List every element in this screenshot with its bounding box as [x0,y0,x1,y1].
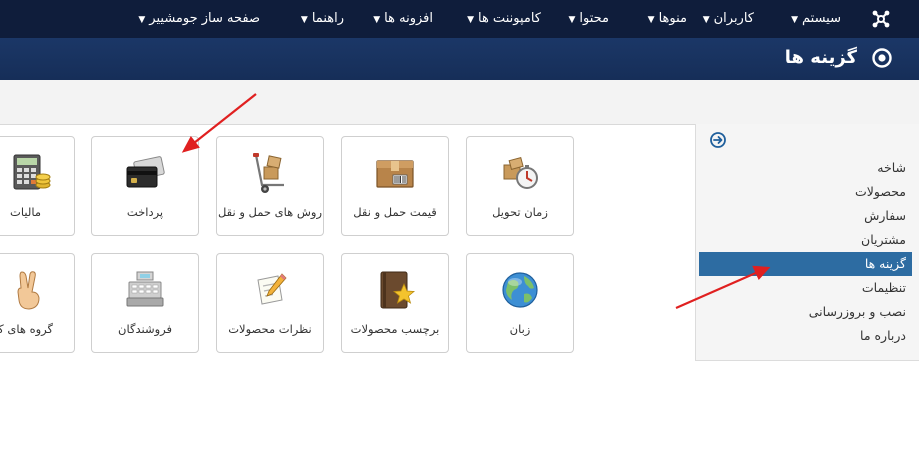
caret-down-icon: ▼ [568,15,576,25]
tile-label: فروشندگان [118,322,172,336]
tile-vendors[interactable]: فروشندگان [91,253,199,353]
nav-extensions-label: افزونه ها [384,11,433,26]
shipping-price-icon [376,160,414,188]
tax-calculator-icon [13,154,51,190]
top-navbar: سیستم▼ کاربران▼ منوها▼ محتوا▼ کامپوننت ه… [0,0,919,38]
tile-label: زمان تحویل [492,205,548,219]
tile-label: زبان [509,322,531,336]
sidebar-item-install-update[interactable]: نصب و بروزرسانی [699,300,912,324]
toolbar-area [0,80,919,125]
caret-down-icon: ▼ [647,15,655,25]
sidebar-item-options[interactable]: گزینه ها [699,252,912,276]
caret-down-icon: ▼ [791,15,798,25]
caret-down-icon: ▼ [702,15,710,25]
tile-label: روش های حمل و نقل [217,205,323,219]
caret-down-icon: ▼ [373,15,381,25]
user-groups-icon [17,271,40,310]
nav-content-label: محتوا [579,11,609,26]
sidebar-toggle-icon[interactable] [710,132,726,148]
nav-system-label: سیستم [802,11,841,26]
nav-menus[interactable]: منوها▼ [648,0,687,38]
nav-help[interactable]: راهنما▼ [301,0,344,38]
globe-icon [502,272,538,308]
nav-users-label: کاربران [713,11,754,26]
tile-language[interactable]: زبان [466,253,574,353]
caret-down-icon: ▼ [300,15,308,25]
sidebar-item-orders[interactable]: سفارش [699,204,912,228]
sidebar-item-customers[interactable]: مشتریان [699,228,912,252]
sidebar-item-about[interactable]: درباره ما [699,324,912,348]
nav-page-builder[interactable]: صفحه ساز جومشییر▼ [138,0,260,38]
nav-users[interactable]: کاربران▼ [703,0,754,38]
shipping-methods-icon [253,153,284,193]
caret-down-icon: ▼ [138,15,146,25]
caret-down-icon: ▼ [467,15,474,25]
nav-page-builder-label: صفحه ساز جومشییر [149,11,260,26]
nav-help-label: راهنما [311,11,344,26]
tile-tax[interactable]: مالیات [0,136,75,236]
sidebar-item-products[interactable]: محصولات [699,180,912,204]
nav-components-label: کامپوننت ها [477,11,541,26]
tile-label: قیمت حمل و نقل [353,205,437,219]
product-label-icon [380,271,416,309]
page-title: گزینه ها [784,47,857,68]
tile-label: مالیات [10,205,41,219]
sidebar: شاخه محصولات سفارش مشتریان گزینه ها تنظی… [695,124,919,361]
tile-label: برچسب محصولات [350,322,440,336]
tile-label: گروه های کاربران [0,322,53,336]
nav-extensions[interactable]: افزونه ها▼ [373,0,433,38]
tile-user-groups[interactable]: گروه های کاربران [0,253,75,353]
payment-card-icon [126,156,165,188]
tile-product-reviews[interactable]: نظرات محصولات [216,253,324,353]
nav-system[interactable]: سیستم ▼ [791,0,841,38]
options-target-icon [872,48,892,68]
tile-shipping-methods[interactable]: روش های حمل و نقل [216,136,324,236]
title-bar: گزینه ها [0,38,919,80]
sidebar-item-settings[interactable]: تنظیمات [699,276,912,300]
joomla-logo-icon[interactable] [871,9,891,29]
tile-delivery-time[interactable]: زمان تحویل [466,136,574,236]
tile-product-labels[interactable]: برچسب محصولات [341,253,449,353]
tile-label-text: گروه های کاربران [0,322,53,336]
tile-payment[interactable]: پرداخت [91,136,199,236]
sidebar-item-category[interactable]: شاخه [699,156,912,180]
tile-label: نظرات محصولات [228,322,312,336]
vendors-register-icon [126,271,164,307]
tile-label: پرداخت [126,205,164,219]
tile-shipping-price[interactable]: قیمت حمل و نقل [341,136,449,236]
delivery-time-icon [503,156,538,189]
product-reviews-icon [257,273,287,305]
nav-components[interactable]: کامپوننت ها▼ [467,0,541,38]
nav-content[interactable]: محتوا▼ [568,0,609,38]
nav-menus-label: منوها [658,11,687,26]
